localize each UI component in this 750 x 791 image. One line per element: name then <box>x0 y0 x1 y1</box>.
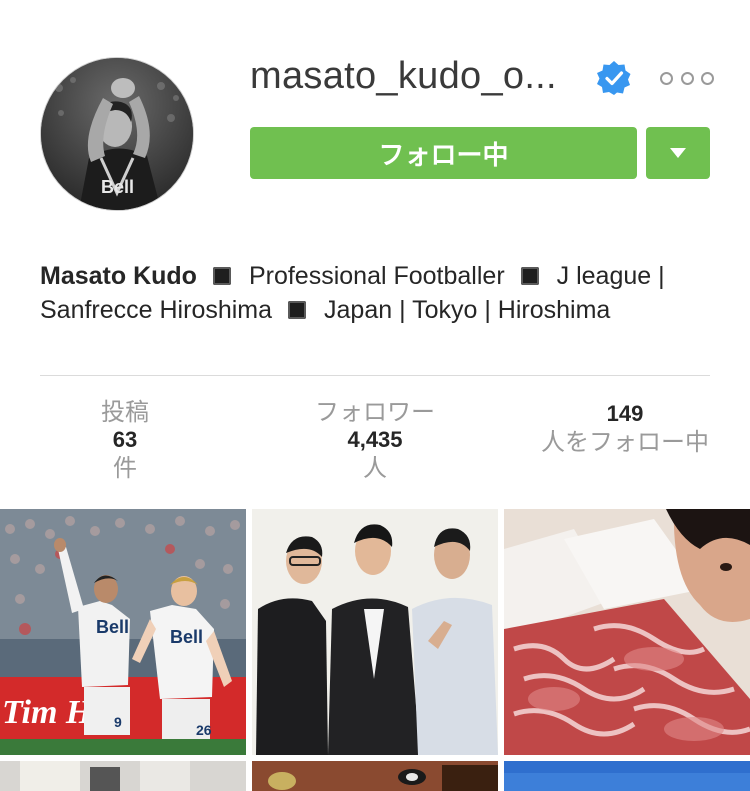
bio-text: Professional Footballer <box>248 262 505 290</box>
posts-label: 投稿 <box>101 398 149 426</box>
ellipsis-icon <box>680 71 694 85</box>
grid-photo-soccer-celebration[interactable]: Tim Ho Bell 9 Bell 26 <box>0 509 246 755</box>
svg-text:9: 9 <box>114 714 122 730</box>
ellipsis-icon <box>701 71 714 85</box>
followers-count: 4,435 <box>347 427 403 452</box>
following-count: 149 <box>606 401 644 426</box>
grid-photo-room-interior[interactable] <box>0 761 246 791</box>
grid-photo-restaurant-table[interactable] <box>252 761 498 791</box>
svg-text:Bell: Bell <box>170 627 203 647</box>
profile-username: masato_kudo_o... <box>250 55 557 97</box>
chevron-down-icon <box>670 148 686 158</box>
profile-bio: Masato Kudo Professional Footballer J leag… <box>40 259 740 327</box>
followers-stat[interactable]: フォロワー 4,435 人 <box>290 398 460 482</box>
bio-full-name: Masato Kudo <box>40 262 197 290</box>
following-stat[interactable]: 149 人をフォロー中 <box>525 400 725 456</box>
profile-avatar: Bell <box>40 57 194 211</box>
avatar-photo: Bell <box>41 58 193 210</box>
following-label: 人をフォロー中 <box>541 428 709 456</box>
posts-count: 63 <box>112 427 138 452</box>
more-options-button[interactable] <box>660 68 714 88</box>
grid-photo-sliced-meat-selfie[interactable] <box>504 509 750 755</box>
ellipsis-icon <box>660 71 673 85</box>
black-square-icon <box>520 267 539 285</box>
posts-unit: 件 <box>113 454 137 482</box>
photo-grid: Tim Ho Bell 9 Bell 26 <box>0 509 750 791</box>
bio-text: Sanfrecce Hiroshima <box>40 296 273 324</box>
followers-label: フォロワー <box>315 398 435 426</box>
black-square-icon <box>212 267 231 285</box>
svg-text:26: 26 <box>196 722 212 738</box>
grid-photo-blue-sky[interactable] <box>504 761 750 791</box>
grid-photo-three-men[interactable] <box>252 509 498 755</box>
bio-text: J league | <box>556 262 665 290</box>
followers-unit: 人 <box>363 454 387 482</box>
svg-text:Bell: Bell <box>96 617 129 637</box>
verified-badge-icon <box>596 60 632 96</box>
following-button[interactable]: フォロー中 <box>250 127 637 179</box>
svg-text:Bell: Bell <box>101 177 134 197</box>
black-square-icon <box>288 301 307 319</box>
posts-stat[interactable]: 投稿 63 件 <box>80 398 170 482</box>
section-divider <box>40 375 710 376</box>
suggestions-dropdown-button[interactable] <box>646 127 710 179</box>
bio-text: Japan | Tokyo | Hiroshima <box>324 296 611 324</box>
